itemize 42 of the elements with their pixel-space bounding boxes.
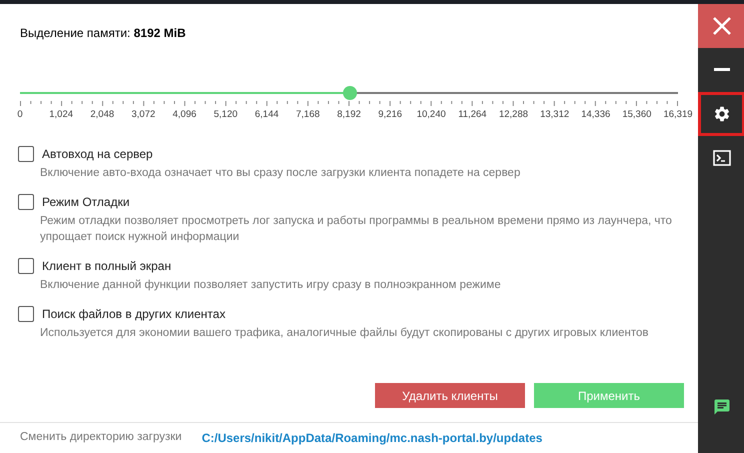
option-description: Включение данной функции позволяет запустить игру сразу в полноэкранном режиме: [40, 278, 502, 293]
tick-label: 5,120: [214, 108, 238, 122]
footer-label: Сменить директорию загрузки: [20, 430, 182, 446]
settings-icon: [712, 105, 730, 123]
option-description: Включение авто-входа означает что вы сразу после загрузки клиента попадете на сервер: [40, 166, 522, 181]
memory-slider[interactable]: [20, 86, 678, 100]
checkbox[interactable]: [18, 146, 34, 162]
tick-label: 0: [17, 108, 23, 122]
tick-label: 16,319: [663, 108, 693, 122]
tick-label: 11,264: [458, 108, 487, 122]
close-icon: [712, 16, 732, 36]
settings-button[interactable]: [698, 92, 744, 136]
download-path-link[interactable]: C:/Users/nikit/AppData/Roaming/mc.nash-portal.by/updates: [202, 429, 542, 447]
tick-label: 1,024: [49, 108, 74, 122]
checkbox[interactable]: [18, 194, 34, 210]
tick-label: 4,096: [172, 108, 196, 122]
tick-label: 14,336: [581, 108, 610, 122]
checkbox[interactable]: [18, 306, 34, 322]
option-description: Используется для экономии вашего трафика, аналогичные файлы будут скопированы с других игровых клиентов: [40, 326, 650, 341]
option-title: Режим Отладки: [42, 194, 130, 211]
chat-icon: [712, 398, 730, 416]
tick-label: 3,072: [131, 108, 156, 122]
memory-label: Выделение памяти: 8192 MiB: [20, 25, 187, 42]
option-title: Поиск файлов в других клиентах: [42, 306, 226, 323]
tick-label: 9,216: [378, 108, 402, 122]
checkbox[interactable]: [18, 258, 34, 274]
tick-label: 2,048: [90, 108, 114, 122]
tick-label: 8,192: [337, 108, 361, 122]
option-title: Автовход на сервер: [42, 146, 153, 163]
tick-label: 6,144: [254, 108, 279, 122]
option-description: Режим отладки позволяет просмотреть лог запуска и работы программы в реальном времени прямо из лаунчера, что упрощает поиск нужной информации: [40, 214, 673, 245]
delete-clients-button[interactable]: Удалить клиенты: [375, 383, 525, 408]
tick-label: 12,288: [498, 108, 528, 122]
tick-label: 7,168: [296, 108, 320, 122]
tick-label: 13,312: [540, 108, 570, 122]
option-title: Клиент в полный экран: [42, 258, 172, 275]
tick-label: 15,360: [622, 108, 652, 122]
minimize-icon: [714, 68, 730, 72]
terminal-icon: [712, 150, 730, 166]
tick-label: 10,240: [416, 108, 446, 122]
close-button[interactable]: [698, 4, 744, 48]
slider-thumb[interactable]: [343, 86, 358, 100]
